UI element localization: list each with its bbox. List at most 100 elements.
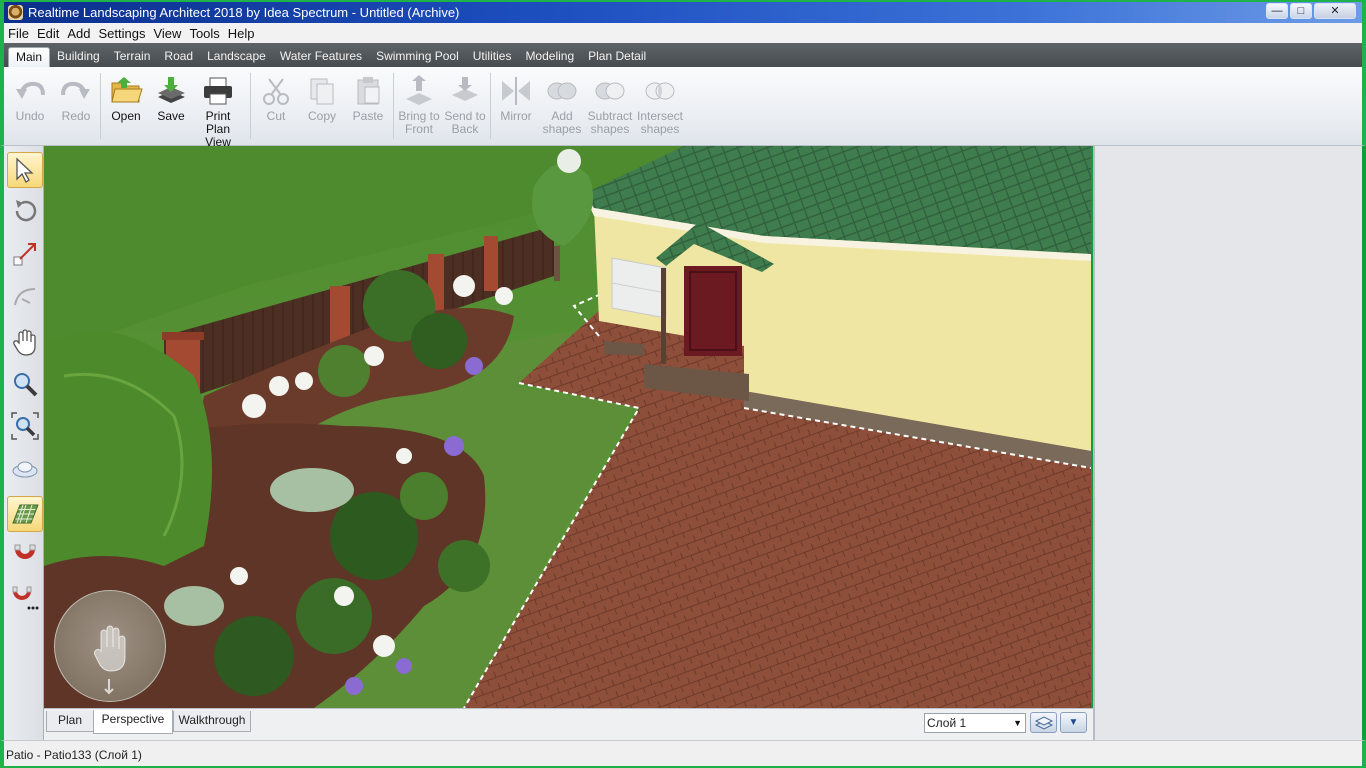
add-shapes-button[interactable]: Add shapes [538,75,586,136]
tab-main[interactable]: Main [8,47,51,67]
chevron-down-icon: ▼ [1068,717,1079,728]
tab-perspective[interactable]: Perspective [93,710,173,734]
window-controls: — □ ✕ [1266,3,1356,19]
tab-plan-detail[interactable]: Plan Detail [581,47,653,67]
minimize-icon[interactable]: — [1266,3,1288,19]
menu-bar: File Edit Add Settings View Tools Help [0,23,1366,43]
layer-dropdown[interactable]: Слой 1 ▼ [924,713,1026,733]
close-icon[interactable]: ✕ [1314,3,1356,19]
undo-icon [16,81,45,99]
add-shapes-label-line2: shapes [542,122,582,136]
copy-label: Copy [307,109,336,123]
tab-water-features[interactable]: Water Features [273,47,369,67]
save-label: Save [157,109,185,123]
chevron-down-icon: ▼ [1013,718,1022,728]
front-label-line2: Front [404,122,433,136]
ribbon-separator [100,73,101,139]
bring-to-front-button[interactable]: Bring to Front [395,75,443,136]
send-to-back-button[interactable]: Send to Back [441,75,489,136]
paste-label: Paste [352,109,384,123]
status-text: Patio - Patio133 (Слой 1) [6,748,142,762]
app-logo-icon[interactable] [8,5,23,20]
print-label-line1: Print Plan [205,109,231,136]
menu-file[interactable]: File [6,26,37,41]
cut-button[interactable]: Cut [252,75,300,123]
tab-utilities[interactable]: Utilities [466,47,519,67]
select-arrow-icon[interactable] [7,152,43,188]
layer-selected-value: Слой 1 [927,716,967,730]
paste-button[interactable]: Paste [344,75,392,123]
printer-icon [204,77,232,105]
ribbon-separator [490,73,491,139]
expand-panel-button[interactable]: ▼ [1060,712,1087,733]
subtract-shapes-icon [595,82,625,100]
garden-3d-scene [44,146,1091,708]
rotate-icon[interactable] [7,194,43,230]
tab-landscape[interactable]: Landscape [200,47,273,67]
folder-open-icon [111,77,143,103]
intersect-shapes-icon [645,82,675,100]
save-icon [158,77,185,103]
mirror-button[interactable]: Mirror [492,75,540,123]
view-tabs-bar: Plan Perspective Walkthrough Слой 1 ▼ ▼ [44,708,1093,740]
intersect-shapes-button[interactable]: Intersect shapes [636,75,684,136]
print-plan-view-button[interactable]: Print Plan View [194,75,242,149]
subtract-shapes-button[interactable]: Subtract shapes [586,75,634,136]
maximize-icon[interactable]: □ [1290,3,1312,19]
open-label: Open [111,109,141,123]
snap-settings-icon[interactable] [7,580,43,616]
perspective-viewport[interactable] [44,146,1091,708]
copy-button[interactable]: Copy [298,75,346,123]
back-label-line2: Back [451,122,479,136]
nav-hand-icon [93,625,126,695]
window-title: Realtime Landscaping Architect 2018 by I… [28,5,460,20]
menu-help[interactable]: Help [228,26,263,41]
paste-icon [357,77,380,105]
curve-icon[interactable] [7,278,43,314]
camera-orbit-icon[interactable] [7,450,43,486]
tab-terrain[interactable]: Terrain [107,47,158,67]
redo-icon [61,81,90,99]
tab-building[interactable]: Building [50,47,107,67]
tab-swimming-pool[interactable]: Swimming Pool [369,47,466,67]
ribbon-toolbar: Undo Redo Open Save Print Plan View Cut … [0,67,1366,149]
ribbon-separator [250,73,251,139]
tab-road[interactable]: Road [157,47,200,67]
tab-plan[interactable]: Plan [46,711,94,732]
pan-hand-icon[interactable] [7,324,43,360]
status-bar: Patio - Patio133 (Слой 1) [0,740,1366,768]
ribbon-separator [393,73,394,139]
menu-tools[interactable]: Tools [189,26,227,41]
mirror-icon [502,77,530,105]
mirror-label: Mirror [500,109,532,123]
navigation-joystick[interactable] [54,590,166,702]
tab-modeling[interactable]: Modeling [518,47,581,67]
save-button[interactable]: Save [147,75,195,123]
left-toolbar [0,146,44,740]
layers-manager-button[interactable] [1030,712,1057,733]
snap-magnet-icon[interactable] [7,538,43,574]
open-button[interactable]: Open [102,75,150,123]
properties-panel [1093,146,1362,740]
zoom-icon[interactable] [7,366,43,402]
undo-button[interactable]: Undo [6,75,54,123]
grid-icon[interactable] [7,496,43,532]
menu-add[interactable]: Add [67,26,98,41]
tab-walkthrough[interactable]: Walkthrough [173,711,251,732]
cut-label: Cut [266,109,286,123]
layers-icon [1034,715,1053,730]
add-shapes-icon [547,82,577,100]
ribbon-tabs: Main Building Terrain Road Landscape Wat… [0,43,1366,67]
scissors-icon [263,78,289,105]
menu-view[interactable]: View [153,26,189,41]
redo-button[interactable]: Redo [52,75,100,123]
resize-icon[interactable] [7,236,43,272]
subtract-shapes-label-line2: shapes [590,122,630,136]
menu-edit[interactable]: Edit [37,26,67,41]
zoom-extents-icon[interactable] [7,408,43,444]
bring-to-front-icon [406,75,432,105]
menu-settings[interactable]: Settings [99,26,154,41]
send-to-back-icon [452,77,478,101]
undo-label: Undo [15,109,45,123]
intersect-shapes-label-line2: shapes [640,122,680,136]
